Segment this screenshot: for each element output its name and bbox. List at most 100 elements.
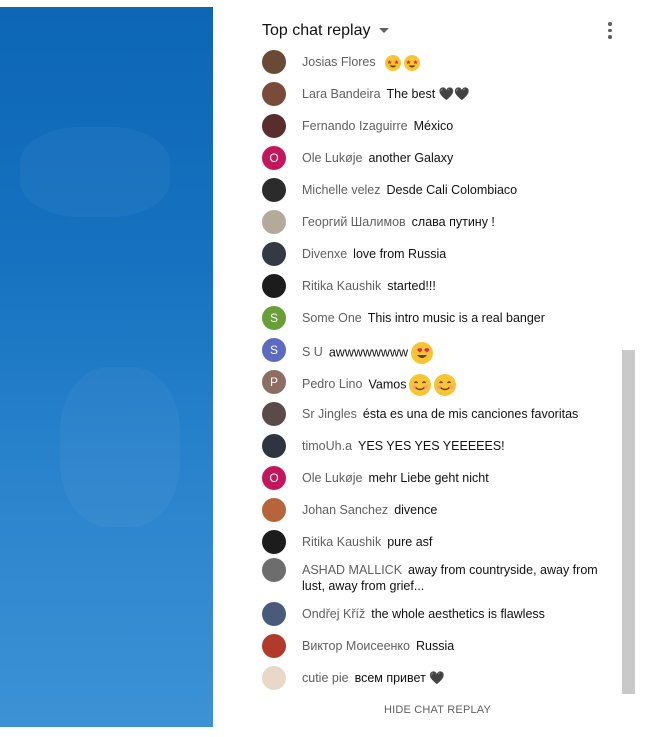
author-name[interactable]: Fernando Izaguirre <box>302 119 408 133</box>
message-text: ésta es una de mis canciones favoritas <box>362 407 579 421</box>
message-body: Lara Bandeira The best 🖤🖤 <box>302 86 607 102</box>
message-text: divence <box>394 503 438 517</box>
avatar[interactable]: S <box>262 306 286 330</box>
author-name[interactable]: Георгий Шалимов <box>302 215 406 229</box>
message-text: Desde Cali Colombiaco <box>386 183 518 197</box>
chat-message: Виктор Моисеенко Russia <box>262 634 607 658</box>
chat-message: Ritika Kaushik pure asf <box>262 530 607 554</box>
more-options-button[interactable] <box>602 22 618 42</box>
avatar[interactable]: S <box>262 338 286 362</box>
message-body: Michelle velez Desde Cali Colombiaco <box>302 182 607 198</box>
chat-message: Ritika Kaushik started!!! <box>262 274 607 298</box>
avatar[interactable] <box>262 50 286 74</box>
author-name[interactable]: Ole Lukøje <box>302 151 362 165</box>
hide-chat-replay-button[interactable]: HIDE CHAT REPLAY <box>213 704 656 716</box>
message-body: Sr Jingles ésta es una de mis canciones f… <box>302 406 607 422</box>
message-body: Ole Lukøje another Galaxy <box>302 150 607 166</box>
star-struck-face-emoji-icon <box>403 54 420 71</box>
author-name[interactable]: S U <box>302 345 323 359</box>
video-shape <box>60 367 180 527</box>
more-vert-icon-dot <box>608 28 612 32</box>
avatar[interactable] <box>262 242 286 266</box>
author-name[interactable]: Виктор Моисеенко <box>302 639 410 653</box>
author-name[interactable]: Ondřej Kříž <box>302 607 365 621</box>
avatar[interactable] <box>262 82 286 106</box>
author-name[interactable]: Some One <box>302 311 362 325</box>
chat-message: O Ole Lukøje mehr Liebe geht nicht <box>262 466 607 490</box>
message-body: S U awwwwwwww <box>302 342 607 364</box>
message-text: the whole aesthetics is flawless <box>371 607 545 621</box>
message-text: pure asf <box>387 535 433 549</box>
author-name[interactable]: Johan Sanchez <box>302 503 388 517</box>
chat-scrollbar[interactable] <box>622 350 635 694</box>
message-body: ASHAD MALLICK away from countryside, away… <box>302 562 607 594</box>
dropdown-caret-icon <box>378 28 389 34</box>
avatar[interactable] <box>262 178 286 202</box>
message-text: México <box>413 119 454 133</box>
message-text: mehr Liebe geht nicht <box>368 471 489 485</box>
author-name[interactable]: Ole Lukøje <box>302 471 362 485</box>
author-name[interactable]: Ritika Kaushik <box>302 535 381 549</box>
video-shape <box>20 127 170 217</box>
message-body: Divenxe love from Russia <box>302 246 607 262</box>
message-text: YES YES YES YEEEEES! <box>358 439 505 453</box>
chat-title-label: Top chat replay <box>262 22 371 39</box>
chat-mode-dropdown[interactable]: Top chat replay <box>262 22 389 40</box>
chat-message: Fernando Izaguirre México <box>262 114 607 138</box>
author-name[interactable]: cutie pie <box>302 671 349 685</box>
avatar[interactable] <box>262 530 286 554</box>
message-text: love from Russia <box>353 247 447 261</box>
message-text: another Galaxy <box>368 151 454 165</box>
message-body: Ritika Kaushik started!!! <box>302 278 607 294</box>
avatar[interactable] <box>262 274 286 298</box>
author-name[interactable]: ASHAD MALLICK <box>302 563 402 577</box>
message-text: The best 🖤🖤 <box>386 87 470 101</box>
message-body: Виктор Моисеенко Russia <box>302 638 607 654</box>
avatar[interactable] <box>262 498 286 522</box>
author-name[interactable]: Michelle velez <box>302 183 381 197</box>
smiling-face-emoji-icon <box>409 374 432 396</box>
video-panel <box>0 7 213 727</box>
avatar[interactable] <box>262 558 286 582</box>
avatar[interactable] <box>262 210 286 234</box>
author-name[interactable]: Lara Bandeira <box>302 87 381 101</box>
author-name[interactable]: Josias Flores <box>302 55 376 69</box>
message-text: всем привет 🖤 <box>354 671 445 685</box>
message-body: Pedro Lino Vamos <box>302 374 607 396</box>
avatar[interactable]: O <box>262 146 286 170</box>
message-body: timoUh.a YES YES YES YEEEEES! <box>302 438 607 454</box>
chat-message: Michelle velez Desde Cali Colombiaco <box>262 178 607 202</box>
message-body: cutie pie всем привет 🖤 <box>302 670 607 686</box>
chat-message: Divenxe love from Russia <box>262 242 607 266</box>
chat-message: Ondřej Kříž the whole aesthetics is flawl… <box>262 602 607 626</box>
message-body: Josias Flores <box>302 54 607 71</box>
chat-message: P Pedro Lino Vamos <box>262 370 607 396</box>
message-body: Fernando Izaguirre México <box>302 118 607 134</box>
avatar[interactable] <box>262 634 286 658</box>
avatar[interactable]: O <box>262 466 286 490</box>
author-name[interactable]: timoUh.a <box>302 439 352 453</box>
chat-message: O Ole Lukøje another Galaxy <box>262 146 607 170</box>
avatar[interactable] <box>262 602 286 626</box>
avatar[interactable] <box>262 402 286 426</box>
message-body: Ole Lukøje mehr Liebe geht nicht <box>302 470 607 486</box>
author-name[interactable]: Ritika Kaushik <box>302 279 381 293</box>
message-text: awwwwwwww <box>328 345 409 360</box>
smiling-face-emoji-icon <box>434 374 457 396</box>
chat-message-list[interactable]: Josias Flores Lara Bandeira The best 🖤🖤 Fer… <box>213 48 613 696</box>
message-text: Russia <box>416 639 455 653</box>
more-vert-icon <box>608 22 612 26</box>
star-struck-face-emoji-icon <box>384 54 401 71</box>
chat-message: Георгий Шалимов слава путину ! <box>262 210 607 234</box>
avatar[interactable] <box>262 666 286 690</box>
avatar[interactable]: P <box>262 370 286 394</box>
message-body: Георгий Шалимов слава путину ! <box>302 214 607 230</box>
chat-message: Sr Jingles ésta es una de mis canciones f… <box>262 402 607 426</box>
avatar[interactable] <box>262 434 286 458</box>
author-name[interactable]: Divenxe <box>302 247 347 261</box>
author-name[interactable]: Sr Jingles <box>302 407 357 421</box>
avatar[interactable] <box>262 114 286 138</box>
author-name[interactable]: Pedro Lino <box>302 377 362 391</box>
message-text: This intro music is a real banger <box>367 311 545 325</box>
chat-message: S Some One This intro music is a real bang… <box>262 306 607 330</box>
